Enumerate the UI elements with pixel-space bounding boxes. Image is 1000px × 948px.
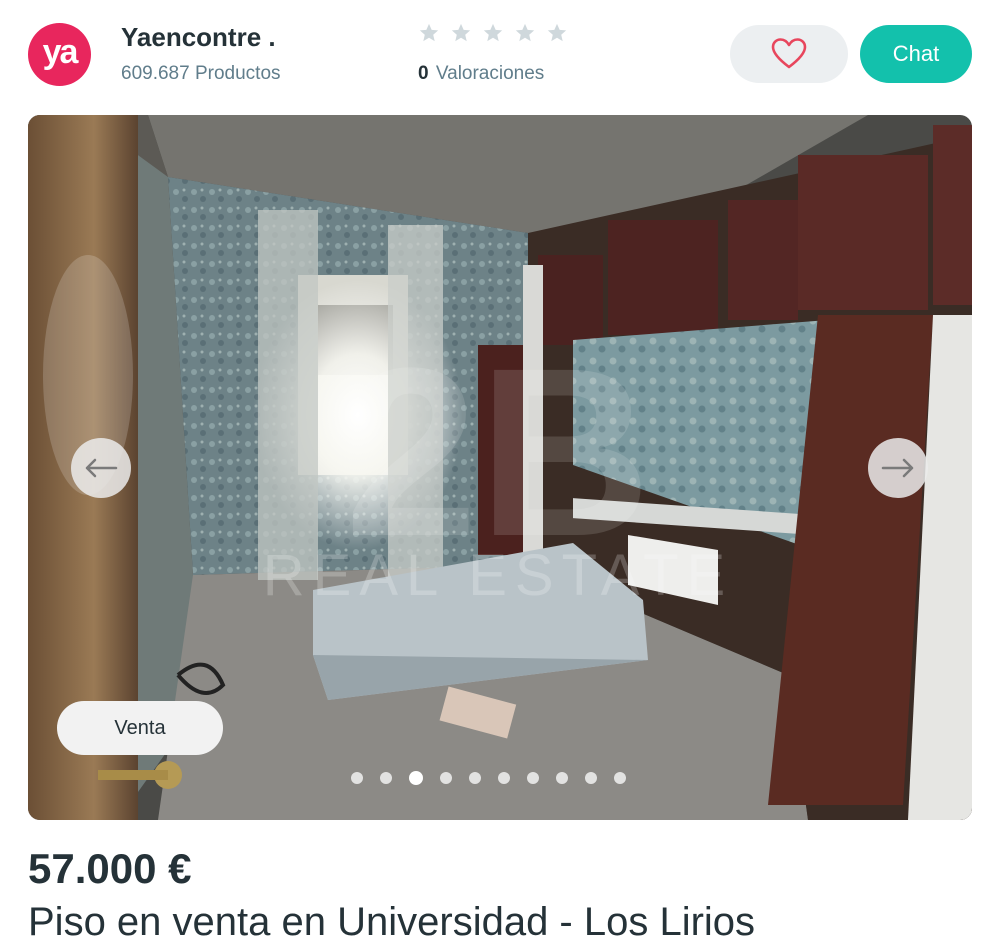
chat-button[interactable]: Chat [860,25,972,83]
star-icon [451,23,471,42]
star-icon [515,23,535,42]
gallery-dot[interactable] [440,772,452,784]
image-gallery[interactable]: 2B REAL ESTATE Venta [28,115,972,820]
gallery-dot[interactable] [614,772,626,784]
heart-icon [771,38,807,69]
gallery-dot[interactable] [585,772,597,784]
listing-title: Piso en venta en Universidad - Los Lirio… [28,900,756,944]
next-image-button[interactable] [868,438,928,498]
rating-count: 0 [418,63,429,84]
arrow-right-icon [881,458,914,478]
previous-image-button[interactable] [71,438,131,498]
rating-stars [418,22,568,44]
gallery-dot[interactable] [527,772,539,784]
gallery-dot[interactable] [556,772,568,784]
gallery-dot[interactable] [469,772,481,784]
gallery-dot[interactable] [409,771,423,785]
watermark-text: REAL ESTATE [263,543,733,608]
rating-label: Valoraciones [435,63,545,84]
seller-header: ya Yaencontre . 609.687 Productos 0 Valo… [0,0,1000,110]
favorite-button[interactable] [730,25,848,83]
listing-type-badge: Venta [57,701,223,755]
star-icon [547,23,567,42]
star-icon [419,23,439,42]
gallery-dot[interactable] [351,772,363,784]
rating-summary: 0 Valoraciones [418,63,544,85]
gallery-dot[interactable] [380,772,392,784]
gallery-pagination [351,771,626,785]
star-icon [483,23,503,42]
seller-products-count: 609.687 Productos [121,63,281,84]
listing-price: 57.000 € [28,845,192,892]
seller-logo-text: ya [42,32,79,71]
seller-logo[interactable]: ya [28,23,91,86]
gallery-dot[interactable] [498,772,510,784]
seller-name[interactable]: Yaencontre . [121,22,276,53]
arrow-left-icon [85,458,118,478]
